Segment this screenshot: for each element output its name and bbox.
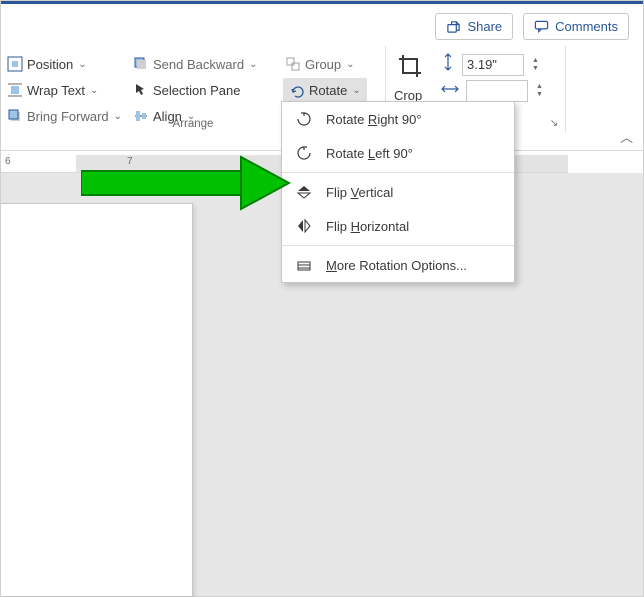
- rotate-left-icon: [294, 143, 314, 163]
- share-label: Share: [467, 19, 502, 34]
- group-button[interactable]: Group ⌄: [283, 52, 357, 76]
- flip-horizontal-icon: [294, 216, 314, 236]
- more-rotation-options-item[interactable]: More Rotation Options...: [282, 248, 514, 282]
- height-input[interactable]: [462, 54, 524, 76]
- chevron-down-icon: ⌄: [90, 85, 98, 96]
- document-page[interactable]: [1, 203, 193, 596]
- wrap-text-label: Wrap Text: [27, 83, 85, 98]
- send-backward-label: Send Backward: [153, 57, 244, 72]
- position-label: Position: [27, 57, 73, 72]
- rotate-left-90-item[interactable]: Rotate Left 90°: [282, 136, 514, 170]
- rotate-right-icon: [294, 109, 314, 129]
- chevron-down-icon: ⌄: [352, 85, 360, 96]
- width-spinner[interactable]: ▲▼: [534, 83, 545, 99]
- chevron-down-icon: ⌄: [249, 59, 257, 70]
- more-rotation-icon: [294, 255, 314, 275]
- more-rotation-label: More Rotation Options...: [326, 258, 467, 273]
- group-label: Group: [305, 57, 341, 72]
- send-backward-button[interactable]: Send Backward ⌄: [131, 52, 259, 76]
- height-field[interactable]: ▲▼: [440, 52, 541, 77]
- spin-down-icon[interactable]: ▼: [530, 65, 541, 73]
- ruler-mark-6: 6: [5, 156, 11, 167]
- comments-label: Comments: [555, 19, 618, 34]
- flip-vertical-icon: [294, 182, 314, 202]
- width-input[interactable]: [466, 80, 528, 102]
- menu-separator: [282, 172, 514, 173]
- ruler-active: [1, 155, 76, 172]
- collapse-ribbon-button[interactable]: ︿: [620, 127, 633, 146]
- comment-icon: [534, 19, 549, 34]
- chevron-up-icon: ︿: [620, 130, 633, 145]
- share-icon: [446, 19, 461, 34]
- comments-button[interactable]: Comments: [523, 13, 629, 40]
- rotate-label: Rotate: [309, 83, 347, 98]
- title-bar-buttons: Share Comments: [435, 13, 629, 40]
- share-button[interactable]: Share: [435, 13, 513, 40]
- wrap-text-icon: [7, 82, 23, 98]
- rotate-left-label: Rotate Left 90°: [326, 146, 413, 161]
- crop-button[interactable]: [394, 54, 426, 78]
- rotate-button[interactable]: Rotate ⌄: [283, 78, 367, 102]
- spin-up-icon[interactable]: ▲: [534, 83, 545, 91]
- width-field[interactable]: ▲▼: [440, 80, 545, 102]
- position-button[interactable]: Position ⌄: [5, 52, 89, 76]
- title-bar-accent: [1, 1, 643, 4]
- rotate-icon: [289, 82, 305, 98]
- rotate-right-90-item[interactable]: Rotate Right 90°: [282, 102, 514, 136]
- menu-separator: [282, 245, 514, 246]
- rotate-dropdown: Rotate Right 90° Rotate Left 90° Flip Ve…: [281, 101, 515, 283]
- ruler-mark-7: 7: [127, 156, 133, 167]
- flip-vertical-item[interactable]: Flip Vertical: [282, 175, 514, 209]
- height-spinner[interactable]: ▲▼: [530, 57, 541, 73]
- width-icon: [440, 81, 460, 102]
- selection-pane-label: Selection Pane: [153, 83, 240, 98]
- position-icon: [7, 56, 23, 72]
- group-icon: [285, 56, 301, 72]
- flip-horizontal-label: Flip Horizontal: [326, 219, 409, 234]
- spin-down-icon[interactable]: ▼: [534, 91, 545, 99]
- height-icon: [440, 52, 456, 77]
- spin-up-icon[interactable]: ▲: [530, 57, 541, 65]
- rotate-right-label: Rotate Right 90°: [326, 112, 422, 127]
- crop-icon: [396, 52, 424, 80]
- flip-horizontal-item[interactable]: Flip Horizontal: [282, 209, 514, 243]
- chevron-down-icon: ⌄: [78, 59, 86, 70]
- flip-vertical-label: Flip Vertical: [326, 185, 393, 200]
- chevron-down-icon: ⌄: [346, 59, 354, 70]
- selection-pane-icon: [133, 82, 149, 98]
- wrap-text-button[interactable]: Wrap Text ⌄: [5, 78, 100, 102]
- selection-pane-button[interactable]: Selection Pane: [131, 78, 242, 102]
- send-backward-icon: [133, 56, 149, 72]
